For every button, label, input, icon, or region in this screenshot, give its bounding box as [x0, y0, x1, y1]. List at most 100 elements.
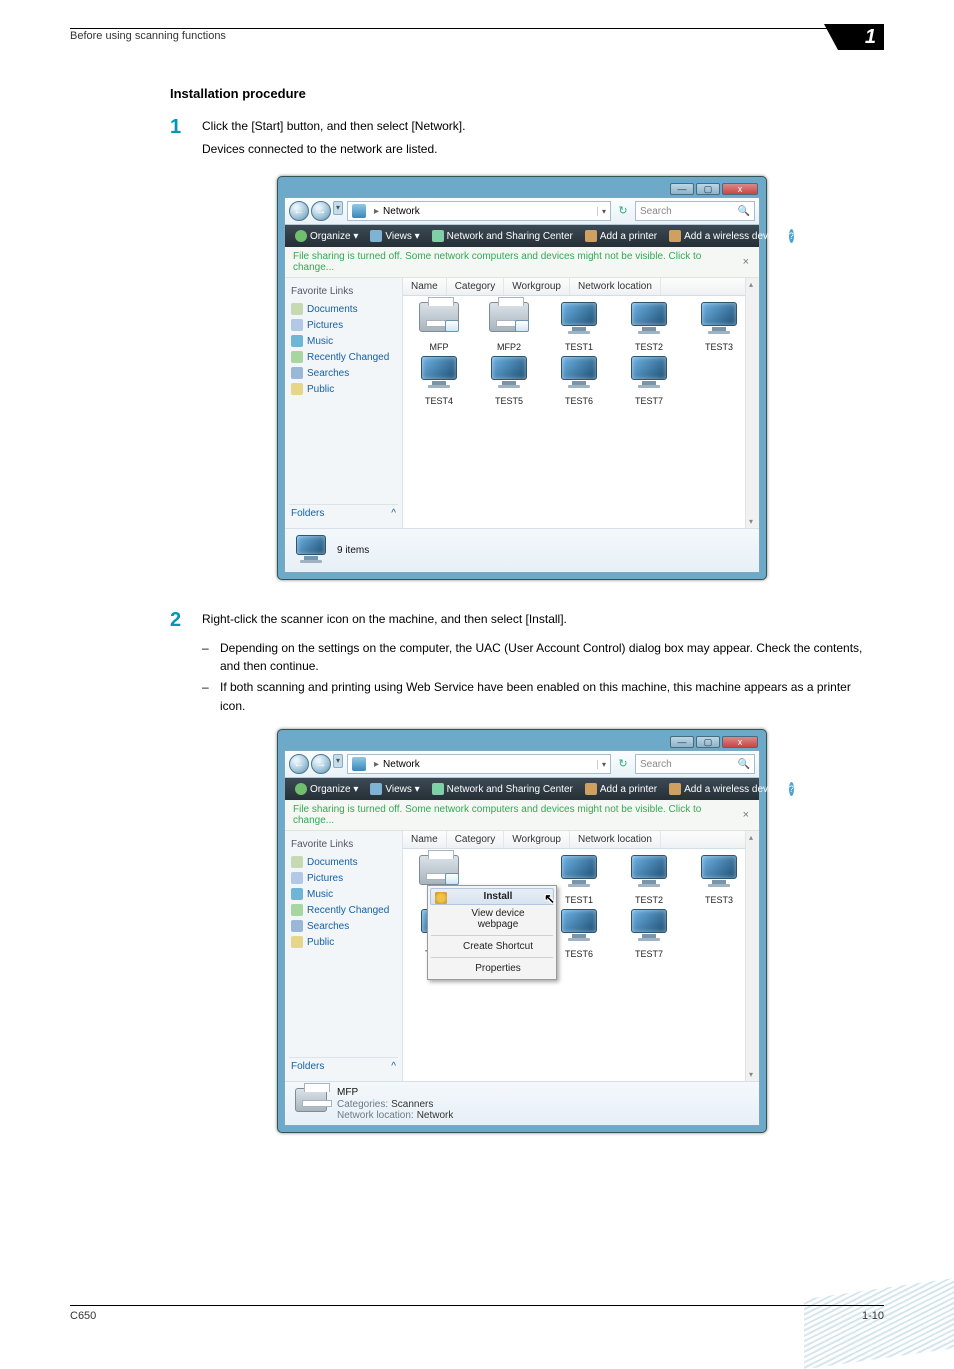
- recently-changed-icon: [291, 351, 303, 363]
- sidebar-item-documents[interactable]: Documents: [289, 301, 398, 317]
- details-item-count: 9 items: [337, 545, 369, 556]
- section-title: Installation procedure: [170, 86, 874, 101]
- step-2: 2 Right-click the scanner icon on the ma…: [170, 610, 874, 633]
- sidebar-item-pictures[interactable]: Pictures: [289, 870, 398, 886]
- col-name[interactable]: Name: [403, 831, 447, 848]
- address-breadcrumb[interactable]: ▸ Network ▾: [347, 201, 611, 221]
- vertical-scrollbar[interactable]: [745, 278, 759, 528]
- recent-pages-dropdown[interactable]: ▾: [333, 201, 343, 215]
- views-menu[interactable]: Views ▾: [366, 230, 423, 242]
- context-menu-properties[interactable]: Properties: [430, 960, 554, 977]
- device-test3[interactable]: TEST3: [689, 302, 749, 352]
- organize-menu[interactable]: Organize ▾: [291, 230, 362, 242]
- add-wireless-button[interactable]: Add a wireless device: [665, 230, 785, 242]
- forward-button[interactable]: →: [311, 754, 331, 774]
- views-menu[interactable]: Views ▾: [366, 783, 423, 795]
- device-test2[interactable]: TEST2: [619, 302, 679, 352]
- organize-icon: [295, 230, 307, 242]
- column-headers[interactable]: Name Category Workgroup Network location: [403, 278, 759, 296]
- search-icon: 🔍: [738, 759, 750, 770]
- sidebar-item-public[interactable]: Public: [289, 934, 398, 950]
- favorite-links-header: Favorite Links: [289, 284, 398, 301]
- col-workgroup[interactable]: Workgroup: [504, 831, 570, 848]
- maximize-button[interactable]: ▢: [696, 736, 720, 748]
- file-sharing-info-bar[interactable]: File sharing is turned off. Some network…: [285, 247, 759, 278]
- network-sharing-center-button[interactable]: Network and Sharing Center: [428, 783, 577, 795]
- device-mfp[interactable]: MFP: [409, 302, 469, 352]
- infobar-close-icon[interactable]: ×: [741, 809, 751, 821]
- context-menu-create-shortcut[interactable]: Create Shortcut: [430, 938, 554, 955]
- col-network-location[interactable]: Network location: [570, 278, 661, 295]
- refresh-button[interactable]: ↻: [615, 204, 631, 218]
- refresh-button[interactable]: ↻: [615, 757, 631, 771]
- sidebar-item-searches[interactable]: Searches: [289, 365, 398, 381]
- device-test7[interactable]: TEST7: [619, 356, 679, 406]
- sidebar-item-searches[interactable]: Searches: [289, 918, 398, 934]
- sidebar-item-recently-changed[interactable]: Recently Changed: [289, 349, 398, 365]
- forward-button[interactable]: →: [311, 201, 331, 221]
- scanner-badge-icon: [445, 873, 459, 885]
- device-test1[interactable]: TEST1: [549, 855, 609, 905]
- favorite-links-header: Favorite Links: [289, 837, 398, 854]
- device-test7[interactable]: TEST7: [619, 909, 679, 959]
- details-pane: MFP Categories:Scanners Network location…: [285, 1081, 759, 1125]
- column-headers[interactable]: Name Category Workgroup Network location: [403, 831, 759, 849]
- sidebar-item-music[interactable]: Music: [289, 886, 398, 902]
- help-button[interactable]: ?: [789, 782, 794, 796]
- col-name[interactable]: Name: [403, 278, 447, 295]
- col-category[interactable]: Category: [447, 831, 505, 848]
- device-test4[interactable]: TEST4: [409, 356, 469, 406]
- close-button[interactable]: x: [722, 736, 758, 748]
- search-input[interactable]: Search 🔍: [635, 201, 755, 221]
- device-mfp2[interactable]: MFP2: [479, 302, 539, 352]
- help-button[interactable]: ?: [789, 229, 794, 243]
- device-test1[interactable]: TEST1: [549, 302, 609, 352]
- sidebar-item-documents[interactable]: Documents: [289, 854, 398, 870]
- device-test2[interactable]: TEST2: [619, 855, 679, 905]
- breadcrumb-dropdown[interactable]: ▾: [597, 760, 606, 769]
- device-test3[interactable]: TEST3: [689, 855, 749, 905]
- folders-toggle[interactable]: Folders^: [289, 504, 398, 522]
- add-printer-button[interactable]: Add a printer: [581, 230, 661, 242]
- infobar-close-icon[interactable]: ×: [741, 256, 751, 268]
- back-button[interactable]: ←: [289, 201, 309, 221]
- sidebar-item-recently-changed[interactable]: Recently Changed: [289, 902, 398, 918]
- public-icon: [291, 936, 303, 948]
- col-network-location[interactable]: Network location: [570, 831, 661, 848]
- device-mfp-selected[interactable]: Install↖ View device webpage Create Shor…: [409, 855, 469, 905]
- col-workgroup[interactable]: Workgroup: [504, 278, 570, 295]
- file-sharing-info-bar[interactable]: File sharing is turned off. Some network…: [285, 800, 759, 831]
- footer-page: 1-10: [862, 1310, 884, 1322]
- views-icon: [370, 230, 382, 242]
- minimize-button[interactable]: —: [670, 183, 694, 195]
- device-test5[interactable]: TEST5: [479, 356, 539, 406]
- sidebar-item-public[interactable]: Public: [289, 381, 398, 397]
- maximize-button[interactable]: ▢: [696, 183, 720, 195]
- step-1-line-2: Devices connected to the network are lis…: [202, 140, 874, 159]
- context-menu-view-webpage[interactable]: View device webpage: [430, 905, 554, 933]
- col-category[interactable]: Category: [447, 278, 505, 295]
- search-input[interactable]: Search 🔍: [635, 754, 755, 774]
- device-test6[interactable]: TEST6: [549, 909, 609, 959]
- breadcrumb-dropdown[interactable]: ▾: [597, 207, 606, 216]
- content-pane: Name Category Workgroup Network location…: [403, 831, 759, 1081]
- step-2-bullet-1: –Depending on the settings on the comput…: [202, 639, 874, 676]
- add-wireless-button[interactable]: Add a wireless device: [665, 783, 785, 795]
- organize-icon: [295, 783, 307, 795]
- address-breadcrumb[interactable]: ▸ Network ▾: [347, 754, 611, 774]
- navigation-pane: Favorite Links Documents Pictures Music …: [285, 278, 403, 528]
- network-sharing-center-button[interactable]: Network and Sharing Center: [428, 230, 577, 242]
- back-button[interactable]: ←: [289, 754, 309, 774]
- organize-menu[interactable]: Organize ▾: [291, 783, 362, 795]
- recent-pages-dropdown[interactable]: ▾: [333, 754, 343, 768]
- sidebar-item-music[interactable]: Music: [289, 333, 398, 349]
- context-menu-install[interactable]: Install↖: [430, 888, 554, 905]
- add-printer-button[interactable]: Add a printer: [581, 783, 661, 795]
- folders-toggle[interactable]: Folders^: [289, 1057, 398, 1075]
- sidebar-item-pictures[interactable]: Pictures: [289, 317, 398, 333]
- close-button[interactable]: x: [722, 183, 758, 195]
- minimize-button[interactable]: —: [670, 736, 694, 748]
- vertical-scrollbar[interactable]: [745, 831, 759, 1081]
- add-printer-icon: [585, 230, 597, 242]
- device-test6[interactable]: TEST6: [549, 356, 609, 406]
